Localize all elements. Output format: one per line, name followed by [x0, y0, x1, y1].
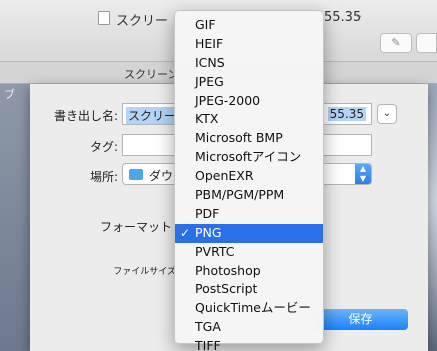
- format-menu-item-label: KTX: [195, 111, 219, 127]
- format-menu-item-label: GIF: [195, 17, 216, 32]
- filesize-label: ファイルサイズ: [113, 267, 176, 277]
- format-menu-item-label: OpenEXR: [195, 168, 254, 184]
- export-name-value-right: 55.35: [327, 107, 366, 121]
- checkmark-icon: ✓: [180, 225, 191, 240]
- toolbar-button-partial[interactable]: [416, 33, 437, 53]
- format-menu-item-label: PostScript: [195, 281, 258, 297]
- format-menu-item[interactable]: PDF: [175, 205, 323, 224]
- export-name-value-left: スクリー: [126, 107, 179, 124]
- format-menu-item[interactable]: ICNS: [175, 54, 323, 73]
- location-label: 場所:: [89, 170, 118, 184]
- format-menu: GIF HEIF ICNS JPEG JPEG-2000 KTX Microsoft BMP…: [174, 10, 324, 351]
- tab-title[interactable]: スクリーン: [124, 66, 178, 82]
- format-menu-item[interactable]: ✓ PNG: [175, 223, 323, 243]
- format-menu-item[interactable]: KTX: [175, 110, 323, 129]
- format-menu-item-label: Microsoftアイコン: [195, 149, 302, 165]
- format-label: フォーマット: [99, 220, 172, 234]
- chevron-down-icon[interactable]: ⌄: [355, 10, 363, 21]
- format-menu-item-label: JPEG: [195, 73, 224, 89]
- popup-stepper-icon: ▲ ▼: [355, 164, 371, 184]
- document-icon: [98, 11, 110, 25]
- format-menu-item[interactable]: Photoshop: [175, 262, 323, 281]
- format-menu-item[interactable]: TGA: [175, 318, 323, 337]
- format-menu-item[interactable]: Microsoft BMP: [175, 129, 323, 148]
- tags-label: タグ:: [89, 140, 118, 154]
- format-menu-item-label: QuickTimeムービー: [195, 300, 311, 316]
- format-menu-item[interactable]: JPEG: [175, 73, 323, 92]
- pen-icon: ✎: [391, 36, 401, 49]
- format-menu-item[interactable]: GIF: [175, 16, 323, 35]
- sidebar-strip: [0, 84, 30, 351]
- format-menu-item-label: PDF: [195, 205, 220, 221]
- save-button[interactable]: 保存: [313, 309, 408, 330]
- folder-icon: [129, 169, 143, 180]
- format-menu-item-label: PVRTC: [195, 243, 235, 259]
- format-menu-item[interactable]: OpenEXR: [175, 167, 323, 186]
- format-menu-item[interactable]: JPEG-2000: [175, 92, 323, 111]
- format-menu-item[interactable]: TIFF: [175, 337, 323, 351]
- window-title-left: スクリー: [116, 14, 169, 29]
- annotate-button[interactable]: ✎: [380, 33, 412, 53]
- export-name-label: 書き出し名:: [53, 109, 118, 123]
- format-menu-item-label: TIFF: [195, 338, 221, 351]
- format-menu-item-label: JPEG-2000: [195, 92, 261, 108]
- format-menu-item-label: TGA: [195, 319, 221, 335]
- format-menu-item-label: PBM/PGM/PPM: [195, 187, 285, 203]
- format-menu-item[interactable]: PostScript: [175, 280, 323, 299]
- sidebar-glyph: ブ: [4, 88, 15, 101]
- format-menu-item-label: Photoshop: [195, 262, 261, 278]
- format-menu-item[interactable]: PBM/PGM/PPM: [175, 186, 323, 205]
- format-menu-item-label: PNG: [195, 224, 222, 240]
- format-menu-item-label: HEIF: [195, 35, 224, 51]
- expand-button[interactable]: ⌄: [377, 104, 397, 124]
- format-menu-item[interactable]: HEIF: [175, 35, 323, 54]
- format-menu-item[interactable]: Microsoftアイコン: [175, 148, 323, 167]
- location-value: ダウ: [149, 169, 174, 183]
- format-menu-item-label: Microsoft BMP: [195, 130, 283, 146]
- format-menu-item[interactable]: PVRTC: [175, 243, 323, 262]
- chevron-down-icon: ⌄: [382, 108, 392, 119]
- format-menu-item-label: ICNS: [195, 54, 225, 70]
- format-menu-item[interactable]: QuickTimeムービー: [175, 299, 323, 318]
